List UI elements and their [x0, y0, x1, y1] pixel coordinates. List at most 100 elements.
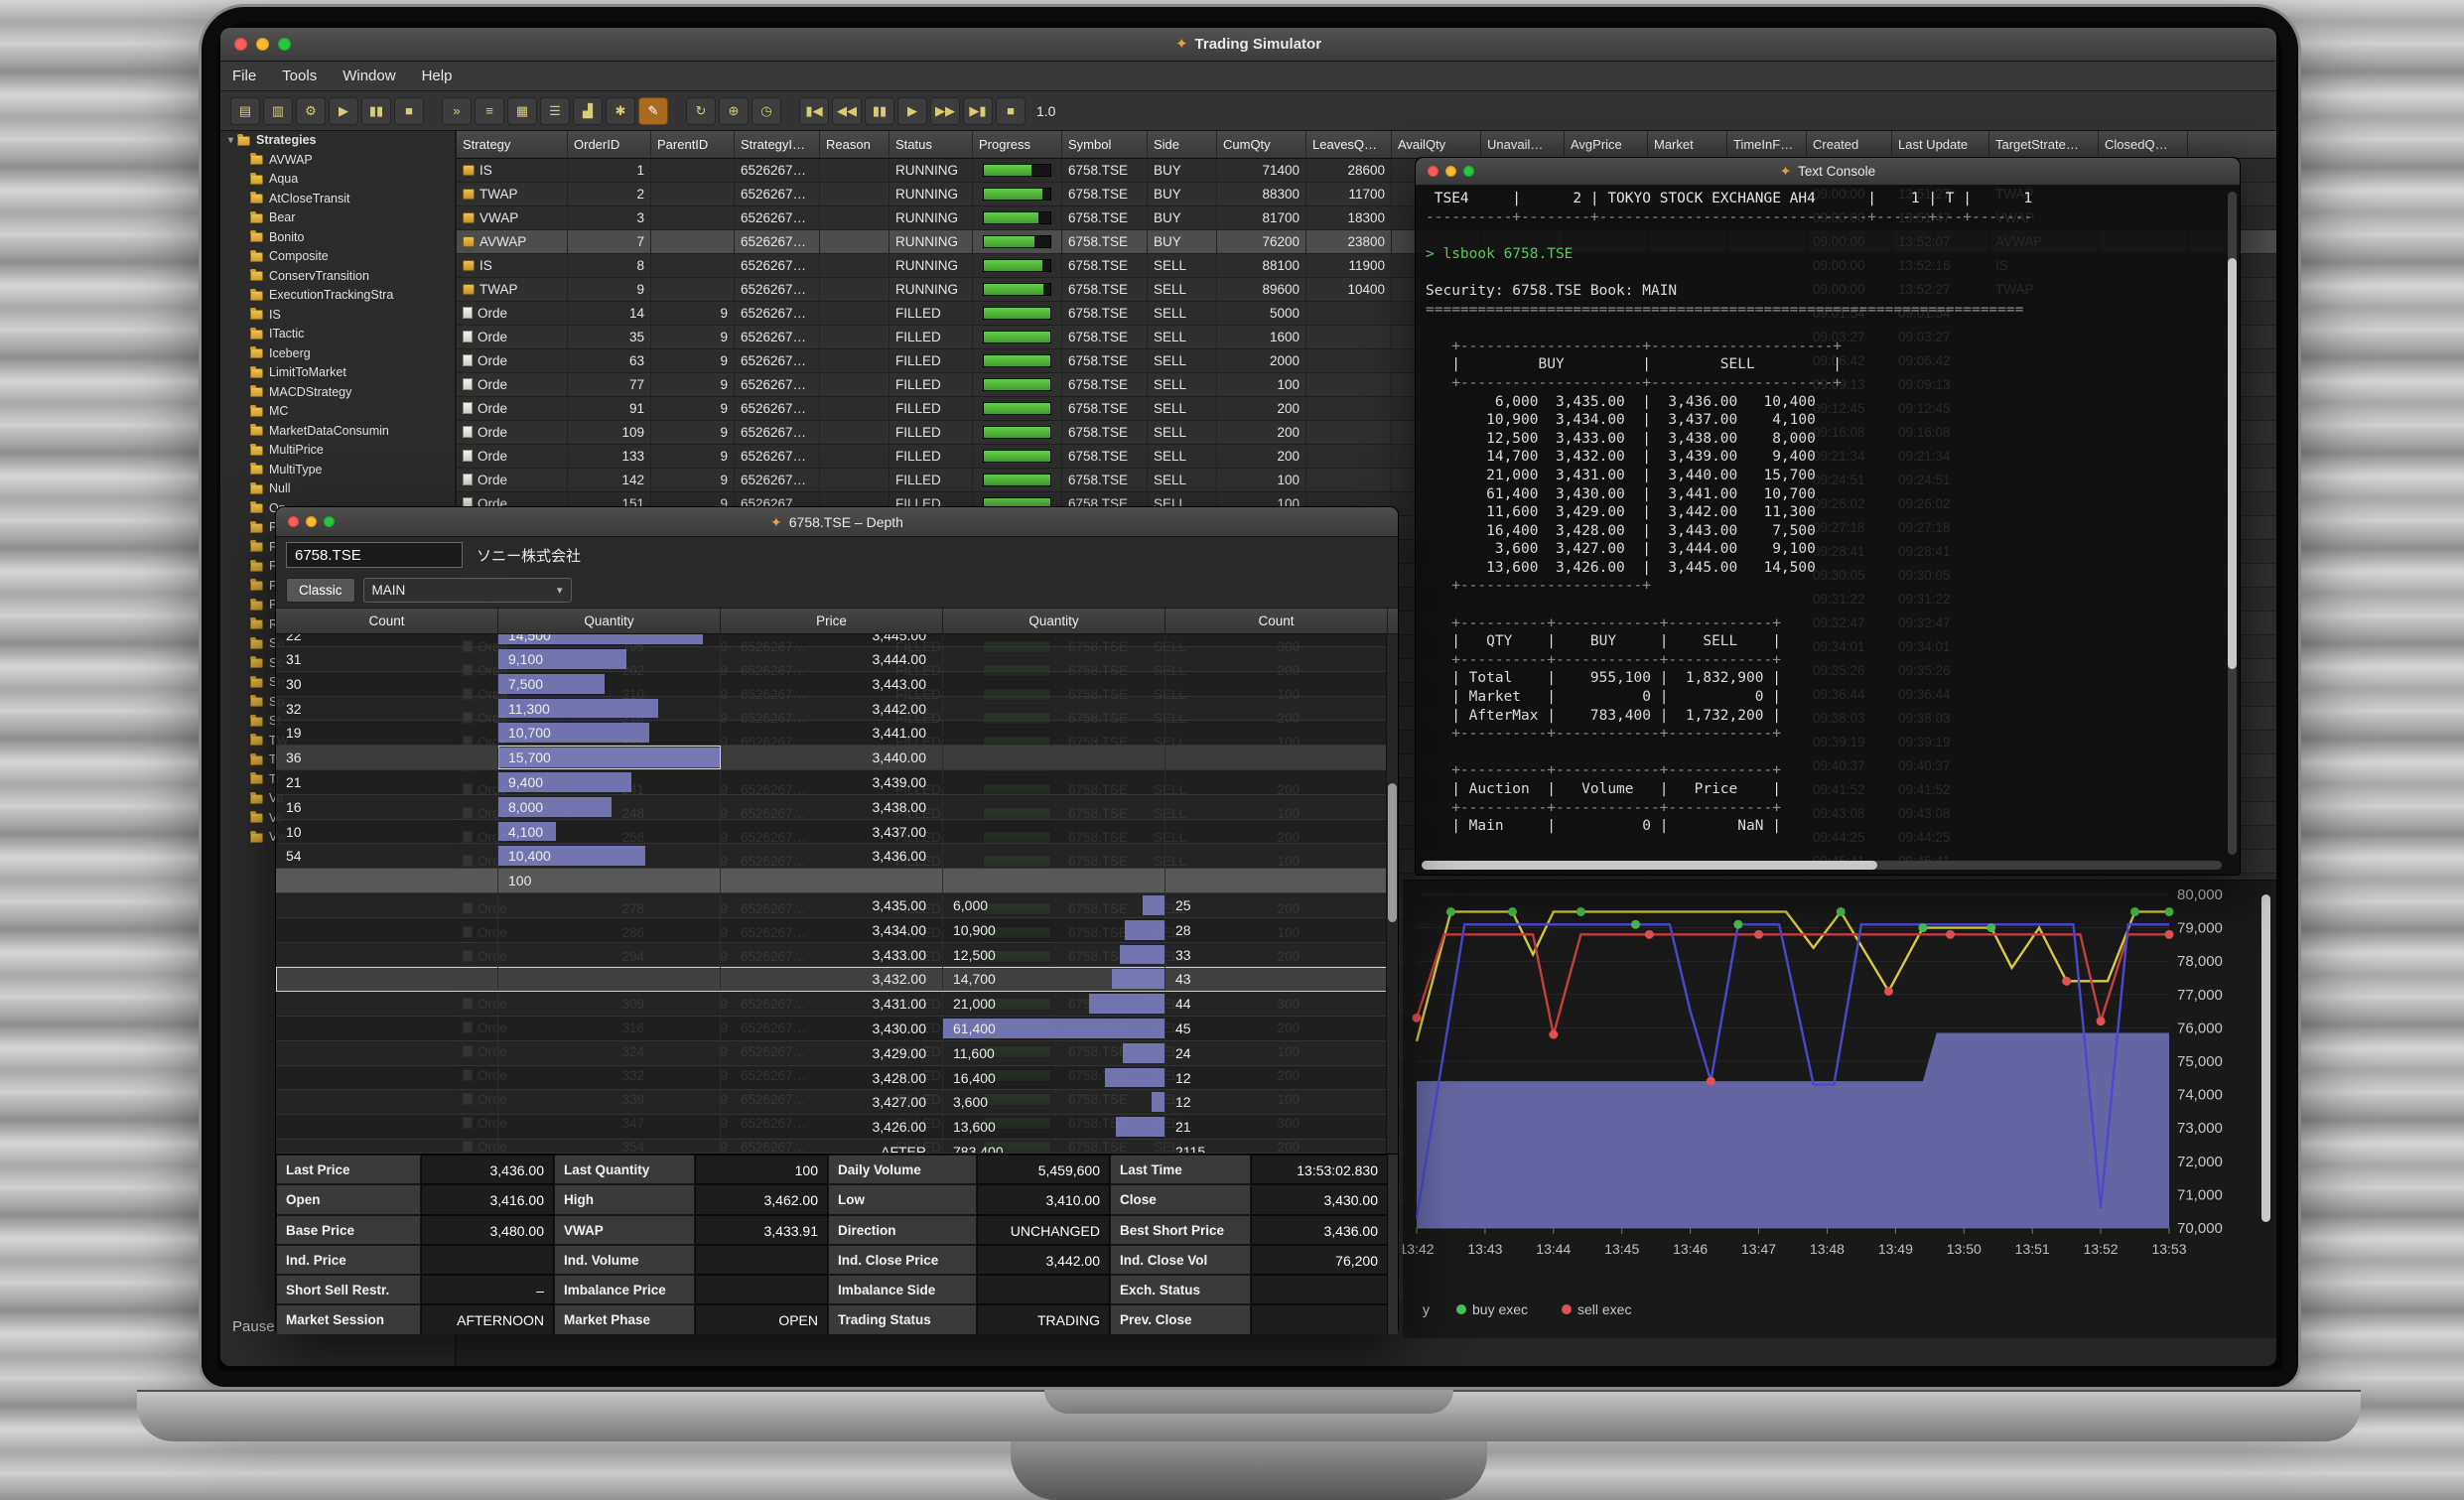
open-file-icon[interactable]: ▥ [263, 97, 293, 125]
run-icon[interactable]: ▶ [329, 97, 358, 125]
col-cr[interactable]: Created [1807, 131, 1892, 158]
col-un[interactable]: Unavail… [1481, 131, 1565, 158]
sidebar-item-iceberg[interactable]: Iceberg [220, 344, 455, 364]
menu-file[interactable]: File [232, 68, 256, 84]
col-cq[interactable]: ClosedQ… [2099, 131, 2188, 158]
console-output[interactable]: TSE4 | 2 | TOKYO STOCK EXCHANGE AH4 | 1 … [1426, 190, 2222, 859]
app-titlebar[interactable]: ✦Trading Simulator [220, 28, 2276, 62]
sidebar-item-limittomarket[interactable]: LimitToMarket [220, 363, 455, 383]
rewind-icon[interactable]: ◀◀ [832, 97, 862, 125]
sidebar-item-composite[interactable]: Composite [220, 247, 455, 267]
depth-row[interactable]: 319,1003,444.00 [276, 647, 1398, 672]
settings-gears-icon[interactable]: ⚙ [296, 97, 326, 125]
stack-icon[interactable]: ≡ [475, 97, 504, 125]
col-ag[interactable]: AvgPrice [1565, 131, 1648, 158]
sidebar-item-multitype[interactable]: MultiType [220, 461, 455, 480]
col-mk[interactable]: Market [1648, 131, 1727, 158]
pencil-icon[interactable]: ✎ [638, 97, 668, 125]
classic-view-button[interactable]: Classic [286, 578, 355, 603]
new-file-icon[interactable]: ▤ [230, 97, 260, 125]
depth-row[interactable]: 3,435.006,00025 [276, 893, 1398, 918]
depth-row[interactable]: 3,429.0011,60024 [276, 1041, 1398, 1066]
col-re[interactable]: Reason [820, 131, 890, 158]
fast-forward-icon[interactable]: ▶▶ [930, 97, 960, 125]
col-tg[interactable]: TargetStrate… [1989, 131, 2099, 158]
refresh-icon[interactable]: ↻ [686, 97, 716, 125]
book-select[interactable]: MAIN ▾ [363, 578, 572, 603]
depth-row[interactable]: 3,432.0014,70043 [276, 967, 1398, 992]
stop-icon[interactable]: ■ [394, 97, 424, 125]
depth-row[interactable]: 3,434.0010,90028 [276, 918, 1398, 943]
depth-row[interactable]: 3615,7003,440.00 [276, 746, 1398, 770]
console-titlebar[interactable]: ✦Text Console [1416, 158, 2240, 186]
col-lv[interactable]: LeavesQ… [1306, 131, 1392, 158]
depth-titlebar[interactable]: ✦6758.TSE – Depth [276, 507, 1398, 537]
list-icon[interactable]: ☰ [540, 97, 570, 125]
depth-row[interactable]: 3211,3003,442.00 [276, 697, 1398, 722]
depth-col-count-4[interactable]: Count [1165, 609, 1388, 633]
sidebar-item-executiontrackingstra[interactable]: ExecutionTrackingStra [220, 286, 455, 306]
chart-icon[interactable]: ▟ [573, 97, 603, 125]
sidebar-item-multiprice[interactable]: MultiPrice [220, 441, 455, 461]
col-av[interactable]: AvailQty [1392, 131, 1481, 158]
playback-pause-icon[interactable]: ▮▮ [865, 97, 894, 125]
depth-row[interactable]: 1910,7003,441.00 [276, 721, 1398, 746]
col-sid[interactable]: StrategyI… [735, 131, 820, 158]
depth-vscroll-thumb[interactable] [1388, 783, 1397, 922]
clock-icon[interactable]: ◷ [752, 97, 781, 125]
sidebar-item-avwap[interactable]: AVWAP [220, 151, 455, 171]
sidebar-item-is[interactable]: IS [220, 306, 455, 326]
depth-row[interactable]: 3,428.0016,40012 [276, 1066, 1398, 1091]
depth-row[interactable]: 3,433.0012,50033 [276, 943, 1398, 968]
col-st[interactable]: Strategy [457, 131, 568, 158]
col-id[interactable]: OrderID [568, 131, 651, 158]
depth-col-price-2[interactable]: Price [721, 609, 943, 633]
col-sd[interactable]: Side [1148, 131, 1217, 158]
skip-start-icon[interactable]: ▮◀ [799, 97, 829, 125]
depth-row[interactable]: 3,427.003,60012 [276, 1090, 1398, 1115]
sidebar-item-atclosetransit[interactable]: AtCloseTransit [220, 190, 455, 209]
sidebar-item-bear[interactable]: Bear [220, 208, 455, 228]
depth-row[interactable]: 104,1003,437.00 [276, 820, 1398, 845]
col-stt[interactable]: Status [890, 131, 973, 158]
pages-icon[interactable]: ▦ [507, 97, 537, 125]
depth-row[interactable]: 3,431.0021,00044 [276, 992, 1398, 1017]
depth-row[interactable]: 3,426.0013,60021 [276, 1115, 1398, 1140]
depth-vertical-scrollbar[interactable] [1386, 634, 1398, 1154]
console-horizontal-scrollbar[interactable] [1422, 861, 2222, 870]
playback-stop-icon[interactable]: ■ [996, 97, 1026, 125]
depth-col-count-0[interactable]: Count [276, 609, 498, 633]
col-pa[interactable]: ParentID [651, 131, 735, 158]
depth-row[interactable]: 100 [276, 869, 1398, 893]
col-pr[interactable]: Progress [973, 131, 1062, 158]
symbol-input[interactable] [286, 542, 463, 568]
console-vscroll-thumb[interactable] [2228, 258, 2237, 669]
globe-icon[interactable]: ⊕ [719, 97, 749, 125]
sidebar-item-conservtransition[interactable]: ConservTransition [220, 267, 455, 287]
sidebar-item-itactic[interactable]: ITactic [220, 325, 455, 344]
chart-vertical-scrollbar[interactable] [2261, 894, 2270, 1222]
play-icon[interactable]: ▶ [897, 97, 927, 125]
skip-end-icon[interactable]: ▶▮ [963, 97, 993, 125]
menu-help[interactable]: Help [422, 68, 453, 84]
col-tf[interactable]: TimeInF… [1727, 131, 1807, 158]
menu-window[interactable]: Window [342, 68, 395, 84]
depth-row[interactable]: AFTER783,4002115 [276, 1140, 1398, 1154]
prompt-icon[interactable]: » [442, 97, 472, 125]
col-sy[interactable]: Symbol [1062, 131, 1148, 158]
sidebar-item-marketdataconsumin[interactable]: MarketDataConsumin [220, 422, 455, 442]
sidebar-item-aqua[interactable]: Aqua [220, 170, 455, 190]
sidebar-item-mc[interactable]: MC [220, 402, 455, 422]
depth-row[interactable]: 5410,4003,436.00 [276, 844, 1398, 869]
sidebar-item-bonito[interactable]: Bonito [220, 228, 455, 248]
col-cu[interactable]: CumQty [1217, 131, 1306, 158]
menu-tools[interactable]: Tools [282, 68, 317, 84]
console-hscroll-thumb[interactable] [1422, 861, 1877, 870]
sidebar-item-null[interactable]: Null [220, 479, 455, 499]
depth-row[interactable]: 3,430.0061,40045 [276, 1017, 1398, 1041]
console-vertical-scrollbar[interactable] [2228, 192, 2237, 855]
depth-row[interactable]: 2214,5003,445.00 [276, 634, 1398, 647]
depth-row[interactable]: 307,5003,443.00 [276, 672, 1398, 697]
depth-col-quantity-3[interactable]: Quantity [943, 609, 1165, 633]
depth-row[interactable]: 219,4003,439.00 [276, 770, 1398, 795]
